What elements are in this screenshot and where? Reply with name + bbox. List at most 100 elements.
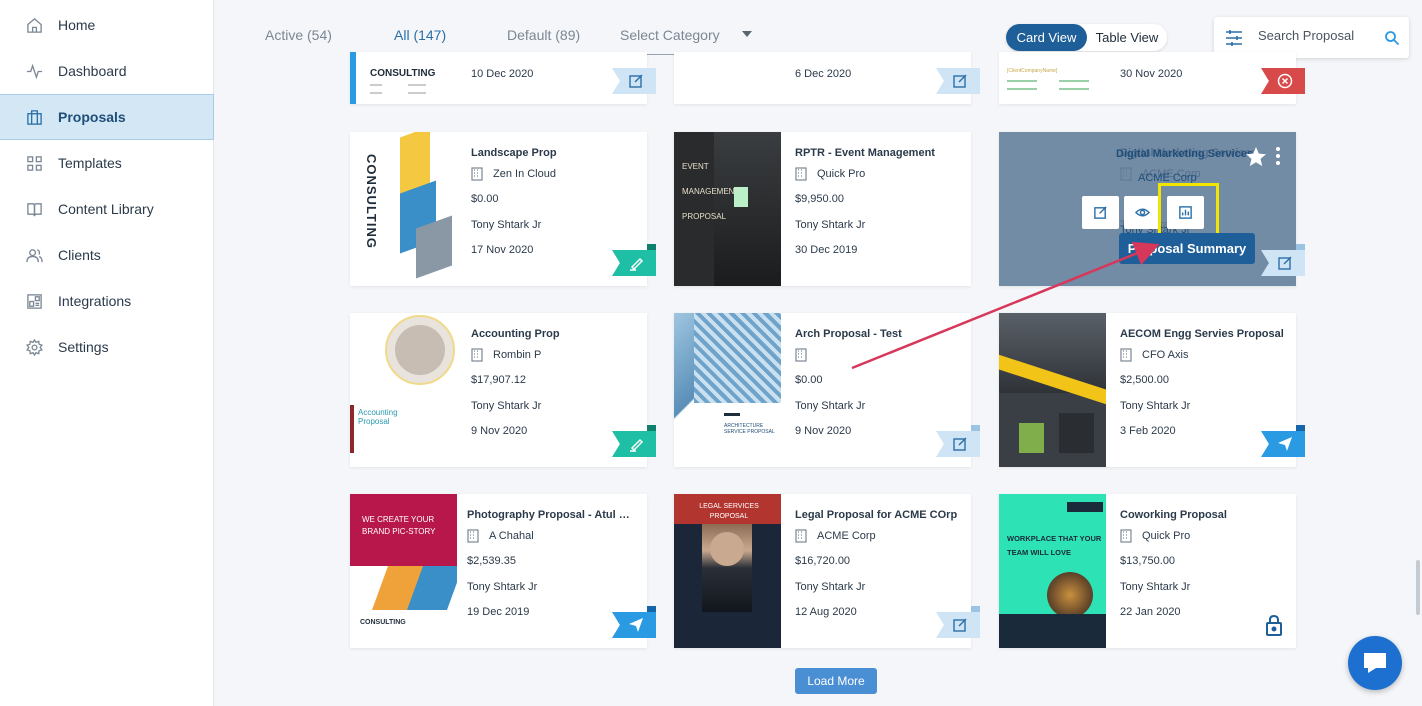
- sidebar: Home Dashboard Proposals Templates Conte…: [0, 0, 214, 706]
- proposal-card[interactable]: Accounting Proposal Accounting Prop Romb…: [350, 313, 656, 467]
- sidebar-item-label: Integrations: [58, 293, 132, 309]
- sidebar-item-content-library[interactable]: Content Library: [0, 186, 214, 232]
- proposal-amount: $9,950.00: [795, 193, 844, 206]
- proposal-info: Photography Proposal - Atul Cha... A Cha…: [467, 509, 637, 625]
- proposal-thumbnail: [999, 313, 1106, 467]
- sidebar-item-label: Clients: [58, 247, 101, 263]
- sidebar-item-proposals[interactable]: Proposals: [0, 94, 214, 140]
- proposal-info: Legal Proposal for ACME COrp ACME Corp $…: [795, 509, 965, 625]
- edit-ribbon[interactable]: [936, 606, 980, 638]
- building-icon: [467, 529, 479, 543]
- client-row: Rombin P: [471, 342, 641, 368]
- search-input[interactable]: [1258, 28, 1378, 43]
- proposal-thumbnail: [674, 52, 781, 104]
- sidebar-item-label: Proposals: [58, 109, 126, 125]
- client-name: A Chahal: [489, 529, 534, 542]
- edit-proposal-button[interactable]: [1082, 196, 1119, 229]
- proposal-card[interactable]: AECOM Engg Servies Proposal CFO Axis $2,…: [999, 313, 1305, 467]
- proposal-title: Accounting Prop: [471, 328, 560, 340]
- proposal-title: Coworking Proposal: [1120, 509, 1227, 521]
- edit-icon: [953, 437, 967, 451]
- building-icon: [795, 529, 807, 543]
- sidebar-item-label: Home: [58, 17, 96, 33]
- proposal-amount: $17,907.12: [471, 374, 527, 387]
- building-icon: [1120, 529, 1132, 543]
- edit-ribbon[interactable]: [612, 68, 656, 94]
- load-more-button[interactable]: Load More: [795, 668, 877, 694]
- proposal-card[interactable]: CONSULTING 10 Dec 2020: [350, 52, 656, 104]
- sidebar-item-settings[interactable]: Settings: [0, 324, 214, 370]
- scrollbar[interactable]: [1416, 560, 1420, 615]
- proposal-card[interactable]: WE CREATE YOUR BRAND PIC-STORY CONSULTIN…: [350, 494, 656, 648]
- proposal-owner: Tony Shtark Jr: [795, 218, 866, 231]
- thumbnail-text: WE CREATE YOUR BRAND PIC-STORY: [362, 515, 436, 536]
- filter-icon[interactable]: [1224, 28, 1244, 48]
- grid-icon: [27, 155, 42, 171]
- proposal-owner: Tony Shtark Jr: [1120, 399, 1191, 412]
- book-icon: [27, 202, 42, 216]
- hover-overlay: Digital Marketing Services ACME Corp Ton…: [999, 132, 1305, 286]
- client-name: Zen In Cloud: [493, 167, 556, 180]
- edit-icon: [629, 74, 643, 88]
- proposal-info: Landscape Prop Zen In Cloud $0.00 Tony S…: [471, 147, 641, 263]
- paper-plane-icon: [1278, 437, 1292, 451]
- proposal-card[interactable]: EVENT MANAGEMENT PROPOSAL RPTR - Event M…: [674, 132, 971, 286]
- star-icon[interactable]: [1245, 146, 1267, 168]
- proposal-card[interactable]: 6 Dec 2020: [674, 52, 980, 104]
- sidebar-item-label: Templates: [58, 155, 122, 171]
- category-select[interactable]: Select Category: [620, 27, 754, 55]
- users-icon: [26, 248, 43, 262]
- proposal-card[interactable]: [ClientCompanyName] 30 Nov 2020: [999, 52, 1305, 104]
- sidebar-item-dashboard[interactable]: Dashboard: [0, 48, 214, 94]
- sidebar-item-clients[interactable]: Clients: [0, 232, 214, 278]
- edit-ribbon[interactable]: [936, 425, 980, 457]
- thumbnail-text: LEGAL SERVICES PROPOSAL: [699, 503, 759, 520]
- client-row: Quick Pro: [795, 161, 965, 187]
- paper-plane-icon: [629, 618, 643, 632]
- search-icon[interactable]: [1384, 30, 1400, 46]
- tab-active[interactable]: Active (54): [265, 27, 332, 43]
- card-view-button[interactable]: Card View: [1006, 24, 1087, 51]
- proposal-amount: $0.00: [471, 193, 499, 206]
- send-ribbon[interactable]: [612, 606, 656, 638]
- edit-ribbon[interactable]: [1261, 244, 1305, 276]
- proposal-date: 6 Dec 2020: [795, 68, 852, 80]
- preview-proposal-button[interactable]: [1124, 196, 1161, 229]
- thumbnail-text: EVENT MANAGEMENT PROPOSAL: [682, 162, 740, 221]
- proposal-owner: Tony Shtark Jr: [471, 399, 542, 412]
- proposal-owner: Tony Shtark Jr: [795, 399, 866, 412]
- sign-ribbon[interactable]: [612, 425, 656, 457]
- sign-ribbon[interactable]: [612, 244, 656, 276]
- tab-default[interactable]: Default (89): [507, 27, 580, 43]
- proposal-card[interactable]: LEGAL SERVICES PROPOSAL Legal Proposal f…: [674, 494, 980, 648]
- proposal-title: AECOM Engg Servies Proposal: [1120, 328, 1284, 340]
- sidebar-item-templates[interactable]: Templates: [0, 140, 214, 186]
- tab-all[interactable]: All (147): [394, 27, 446, 43]
- signature-pen-icon: [630, 438, 644, 452]
- sidebar-item-home[interactable]: Home: [0, 2, 214, 48]
- proposal-info: Coworking Proposal Quick Pro $13,750.00 …: [1120, 509, 1290, 625]
- proposal-card[interactable]: CONSULTING Landscape Prop Zen In Cloud $…: [350, 132, 656, 286]
- home-icon: [27, 17, 42, 33]
- proposal-card[interactable]: WORKPLACE THAT YOUR TEAM WILL LOVE Cowor…: [999, 494, 1296, 648]
- proposal-summary-tooltip: Proposal Summary: [1119, 233, 1255, 264]
- client-name: ACME Corp: [817, 529, 876, 542]
- send-ribbon[interactable]: [1261, 425, 1305, 457]
- activity-icon: [26, 63, 43, 79]
- proposal-owner: Tony Shtark Jr: [471, 218, 542, 231]
- proposal-card[interactable]: ARCHITECTURE SERVICE PROPOSAL Arch Propo…: [674, 313, 980, 467]
- lock-icon: [1266, 614, 1282, 636]
- sidebar-item-label: Dashboard: [58, 63, 127, 79]
- thumbnail-text: CONSULTING: [370, 68, 436, 79]
- sidebar-item-integrations[interactable]: Integrations: [0, 278, 214, 324]
- edit-ribbon[interactable]: [936, 68, 980, 94]
- table-view-button[interactable]: Table View: [1087, 24, 1167, 51]
- more-menu-icon[interactable]: [1274, 146, 1282, 166]
- signature-pen-icon: [630, 257, 644, 271]
- proposal-owner: Tony Shtark Jr: [1120, 580, 1191, 593]
- chat-button[interactable]: [1348, 636, 1402, 690]
- proposal-thumbnail: LEGAL SERVICES PROPOSAL: [674, 494, 781, 648]
- proposal-card-hovered[interactable]: Digital Marketing Services ACME Corp Ton…: [999, 132, 1305, 286]
- proposal-date: 30 Nov 2020: [1120, 68, 1183, 80]
- proposal-thumbnail: Accounting Proposal: [350, 313, 457, 467]
